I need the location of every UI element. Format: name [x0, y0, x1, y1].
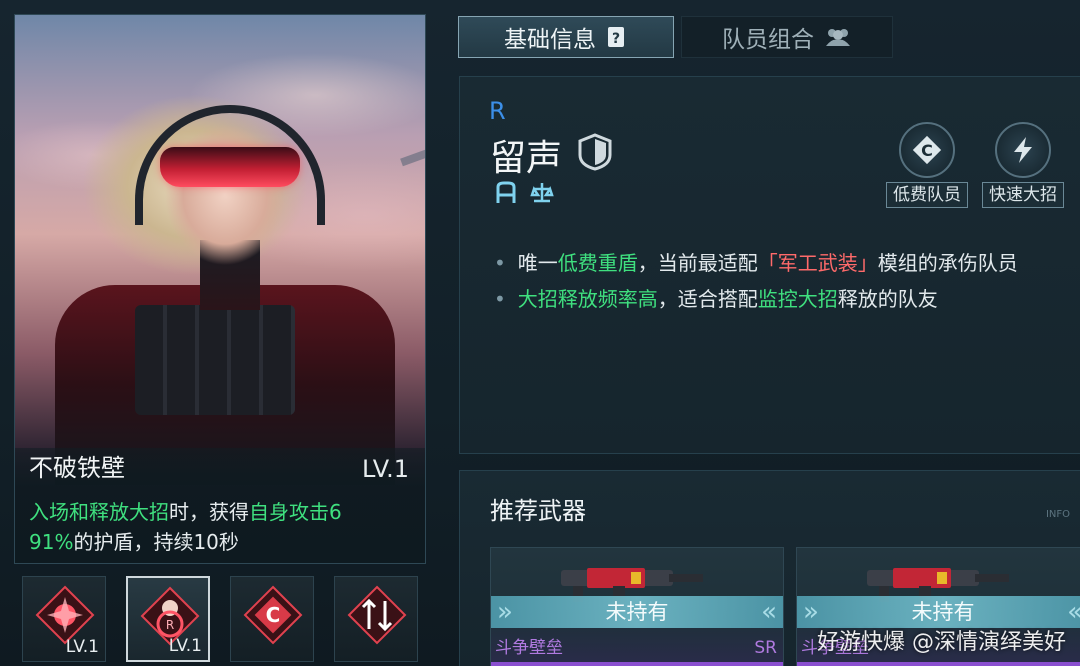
shield-class-icon: [578, 133, 612, 171]
weapon-name: 斗争壁垒: [495, 638, 563, 658]
skill-desc-highlight: 入场和释放大招: [29, 500, 169, 524]
skill-level: LV.1: [362, 455, 409, 483]
watermark: 好游快爆 @深情演绎美好: [817, 630, 1066, 655]
character-info-card: R 留声 C 低费队员 快速大招 唯一低费重盾，当前最适配「军工武装」模组的承伤…: [459, 76, 1080, 454]
character-portrait: 不破铁壁 LV.1 入场和释放大招时，获得自身攻击6 91%的护盾，持续10秒: [14, 14, 426, 564]
description-line: 大招释放频率高，适合搭配监控大招释放的队友: [494, 281, 1076, 317]
skill-info-panel: 不破铁壁 LV.1 入场和释放大招时，获得自身攻击6 91%的护盾，持续10秒: [15, 448, 425, 563]
skill-desc-highlight: 自身攻击6: [249, 500, 342, 524]
rarity-bar: [797, 662, 1080, 666]
tab-team-combo[interactable]: 队员组合: [681, 16, 893, 58]
desc-text: 唯一: [517, 251, 558, 275]
tab-basic-info-label: 基础信息: [504, 27, 596, 53]
skill-name: 不破铁壁: [29, 454, 125, 482]
desc-highlight: 低费重盾: [557, 251, 638, 275]
c-emblem-icon: C: [899, 122, 955, 178]
tag-low-cost-label: 低费队员: [886, 182, 968, 208]
tag-fast-ultimate: 快速大招: [982, 122, 1064, 208]
character-name: 留声: [490, 138, 563, 179]
rarity-bar: [491, 662, 783, 666]
desc-highlight: 「军工武装」: [757, 251, 878, 275]
tab-basic-info[interactable]: 基础信息 ?: [458, 16, 674, 58]
desc-text: 模组的承伤队员: [877, 251, 1018, 275]
skill-slot-level: LV.1: [168, 636, 202, 656]
desc-text: ，适合搭配: [657, 287, 758, 311]
burst-skill-icon: [35, 585, 95, 645]
svg-text:?: ?: [612, 31, 620, 47]
weapon-slot-1[interactable]: 未持有 » « 斗争壁垒 SR: [490, 547, 784, 666]
desc-text: 释放的队友: [837, 287, 938, 311]
skill-slot-3[interactable]: C: [230, 576, 314, 662]
tag-fast-ultimate-label: 快速大招: [982, 182, 1064, 208]
skill-desc-text: 的护盾，持续10秒: [73, 530, 239, 554]
lightning-icon: [995, 122, 1051, 178]
balance-role-icon: [530, 183, 554, 203]
weapon-rarity: SR: [754, 638, 777, 658]
skill-icon-row: LV.1 R LV.1 C: [22, 576, 422, 662]
weapons-info-label: INFO: [1045, 509, 1070, 520]
svg-text:R: R: [166, 618, 174, 632]
desc-highlight: 大招释放频率高: [517, 287, 658, 311]
skill-slot-4[interactable]: [334, 576, 418, 662]
c-badge-icon: C: [243, 585, 303, 645]
character-vest: [135, 305, 295, 415]
tab-team-combo-label: 队员组合: [722, 27, 814, 53]
desc-highlight: 监控大招: [757, 287, 838, 311]
character-description-list: 唯一低费重盾，当前最适配「军工武装」模组的承伤队员 大招释放频率高，适合搭配监控…: [494, 245, 1076, 317]
skill-description: 入场和释放大招时，获得自身攻击6 91%的护盾，持续10秒: [29, 497, 411, 557]
svg-text:C: C: [921, 141, 933, 160]
skill-slot-level: LV.1: [65, 637, 99, 657]
arrows-skill-icon: [347, 585, 407, 645]
weapons-title: 推荐武器: [490, 497, 586, 525]
visor: [160, 147, 300, 187]
description-line: 唯一低费重盾，当前最适配「军工武装」模组的承伤队员: [494, 245, 1076, 281]
skill-slot-1[interactable]: LV.1: [22, 576, 106, 662]
skill-slot-2[interactable]: R LV.1: [126, 576, 210, 662]
chevron-right-icon: «: [761, 597, 777, 627]
document-icon: ?: [608, 27, 624, 47]
skill-desc-highlight: 91%: [29, 530, 74, 554]
svg-text:C: C: [266, 603, 281, 627]
desc-text: ，当前最适配: [637, 251, 758, 275]
tag-low-cost: C 低费队员: [886, 122, 968, 208]
a-role-icon: [496, 181, 516, 203]
team-icon: [826, 29, 850, 46]
chevron-left-icon: »: [497, 597, 513, 627]
rarity-label: R: [489, 97, 506, 125]
skill-desc-text: 时，获得: [169, 500, 249, 524]
